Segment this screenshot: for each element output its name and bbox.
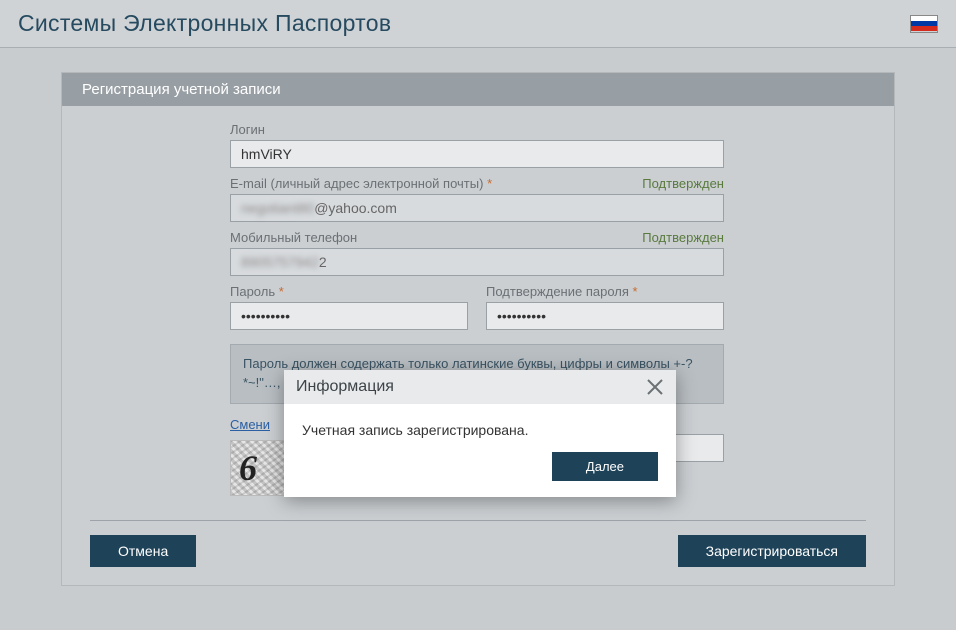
password-confirm-input[interactable] <box>486 302 724 330</box>
phone-input[interactable]: 89057579422 <box>230 248 724 276</box>
registration-panel: Регистрация учетной записи Логин E-mail … <box>61 72 895 586</box>
password-input[interactable] <box>230 302 468 330</box>
page-title: Системы Электронных Паспортов <box>18 10 391 37</box>
close-icon[interactable] <box>646 378 664 396</box>
panel-title: Регистрация учетной записи <box>62 73 894 106</box>
bottom-buttons: Отмена Зарегистрироваться <box>62 521 894 585</box>
phone-confirmed-badge: Подтвержден <box>642 230 724 245</box>
russia-flag-icon[interactable] <box>910 15 938 33</box>
password-label: Пароль * <box>230 284 468 299</box>
email-input[interactable]: negotiant80@yahoo.com <box>230 194 724 222</box>
modal-title: Информация <box>296 378 394 396</box>
next-button[interactable]: Далее <box>552 452 658 481</box>
login-input[interactable] <box>230 140 724 168</box>
register-button[interactable]: Зарегистрироваться <box>678 535 866 567</box>
topbar: Системы Электронных Паспортов <box>0 0 956 48</box>
cancel-button[interactable]: Отмена <box>90 535 196 567</box>
password-confirm-label: Подтверждение пароля * <box>486 284 724 299</box>
login-label: Логин <box>230 122 724 137</box>
modal-header: Информация <box>284 370 676 404</box>
email-label: E-mail (личный адрес электронной почты) … <box>230 176 724 191</box>
phone-label: Мобильный телефон Подтвержден <box>230 230 724 245</box>
captcha-refresh-link[interactable]: Смени <box>230 417 270 432</box>
modal-message: Учетная запись зарегистрирована. <box>284 404 676 452</box>
form-area: Логин E-mail (личный адрес электронной п… <box>62 106 894 585</box>
info-modal: Информация Учетная запись зарегистрирова… <box>284 370 676 497</box>
email-confirmed-badge: Подтвержден <box>642 176 724 191</box>
